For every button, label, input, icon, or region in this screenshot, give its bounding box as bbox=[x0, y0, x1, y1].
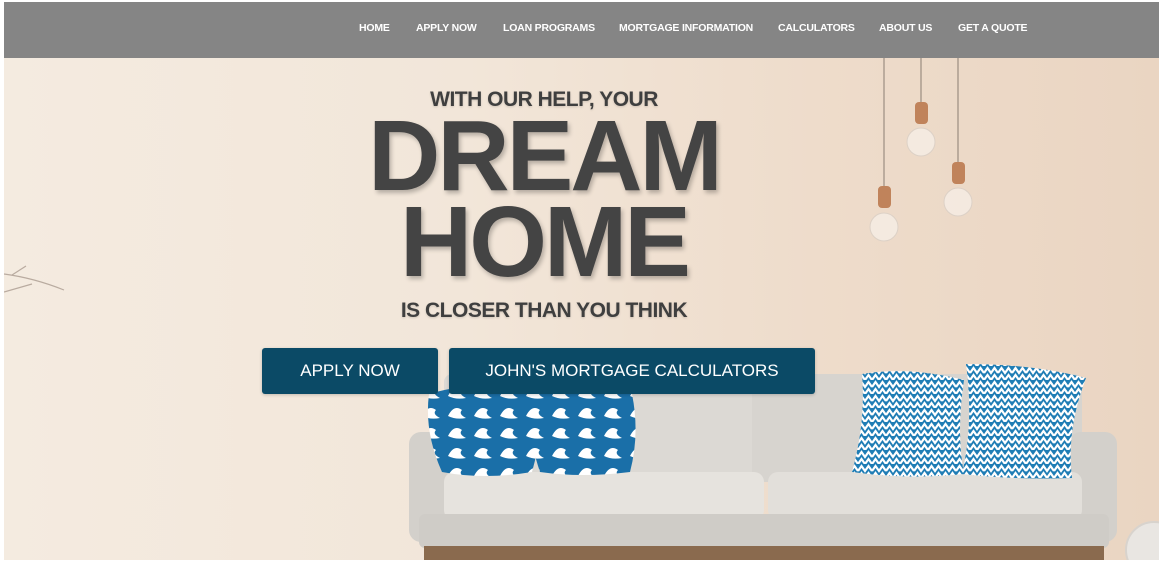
hero-banner: HOME APPLY NOW LOAN PROGRAMS MORTGAGE IN… bbox=[4, 2, 1159, 560]
hero-subtitle-bottom: IS CLOSER THAN YOU THINK bbox=[400, 299, 688, 322]
hero-title-home: HOME bbox=[400, 186, 691, 298]
stool-decor bbox=[1125, 521, 1159, 560]
nav-mortgage-information[interactable]: MORTGAGE INFORMATION bbox=[619, 22, 753, 34]
apply-now-button[interactable]: APPLY NOW bbox=[262, 348, 438, 394]
nav-home[interactable]: HOME bbox=[359, 22, 390, 34]
nav-loan-programs[interactable]: LOAN PROGRAMS bbox=[503, 22, 595, 34]
mortgage-calculators-button[interactable]: JOHN'S MORTGAGE CALCULATORS bbox=[449, 348, 815, 394]
nav-get-a-quote[interactable]: GET A QUOTE bbox=[958, 22, 1028, 34]
nav-apply-now[interactable]: APPLY NOW bbox=[416, 22, 477, 34]
main-navigation: HOME APPLY NOW LOAN PROGRAMS MORTGAGE IN… bbox=[4, 2, 1159, 58]
nav-about-us[interactable]: ABOUT US bbox=[879, 22, 932, 34]
nav-calculators[interactable]: CALCULATORS bbox=[778, 22, 855, 34]
